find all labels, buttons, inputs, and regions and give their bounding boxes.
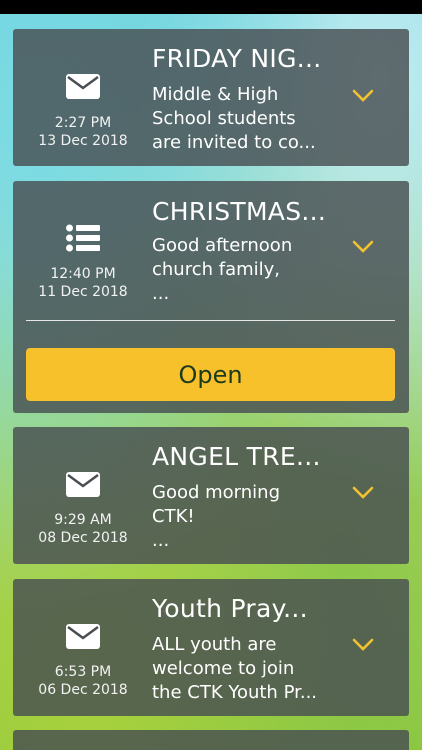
message-date: 13 Dec 2018 bbox=[38, 133, 128, 149]
message-preview: Good morning CTK! ... bbox=[152, 482, 280, 551]
message-card[interactable]: 2:27 PM 13 Dec 2018 FRIDAY NIG... Middle… bbox=[13, 29, 409, 166]
message-card-expanded[interactable]: 12:40 PM 11 Dec 2018 CHRISTMAS... Good a… bbox=[13, 181, 409, 413]
mail-icon bbox=[66, 74, 100, 99]
message-preview: Good afternoon church family, ... bbox=[152, 235, 293, 304]
message-time: 12:40 PM bbox=[50, 266, 116, 282]
message-time: 6:53 PM bbox=[54, 664, 112, 680]
message-title: FRIDAY NIG... bbox=[152, 44, 322, 73]
divider bbox=[26, 320, 395, 321]
message-card[interactable]: 9:29 AM 08 Dec 2018 ANGEL TRE... Good mo… bbox=[13, 427, 409, 564]
mail-icon bbox=[66, 472, 100, 497]
message-title: CHRISTMAS... bbox=[152, 197, 327, 226]
message-time: 2:27 PM bbox=[54, 115, 112, 131]
message-title: Youth Pray... bbox=[152, 594, 308, 623]
chevron-down-icon[interactable] bbox=[352, 89, 374, 103]
message-date: 06 Dec 2018 bbox=[38, 682, 128, 698]
message-date: 08 Dec 2018 bbox=[38, 530, 128, 546]
message-preview: Middle & High School students are invite… bbox=[152, 84, 316, 153]
status-bar bbox=[0, 0, 422, 14]
chevron-down-icon[interactable] bbox=[352, 486, 374, 500]
message-card[interactable]: 6:53 PM 06 Dec 2018 Youth Pray... ALL yo… bbox=[13, 579, 409, 716]
chevron-down-icon[interactable] bbox=[352, 638, 374, 652]
message-date: 11 Dec 2018 bbox=[38, 284, 128, 300]
open-button[interactable]: Open bbox=[26, 348, 395, 401]
message-card[interactable] bbox=[13, 730, 409, 750]
message-title: ANGEL TRE... bbox=[152, 442, 321, 471]
list-icon bbox=[66, 224, 100, 252]
message-time: 9:29 AM bbox=[54, 512, 112, 528]
chevron-down-icon[interactable] bbox=[352, 240, 374, 254]
message-preview: ALL youth are welcome to join the CTK Yo… bbox=[152, 634, 318, 703]
mail-icon bbox=[66, 624, 100, 649]
